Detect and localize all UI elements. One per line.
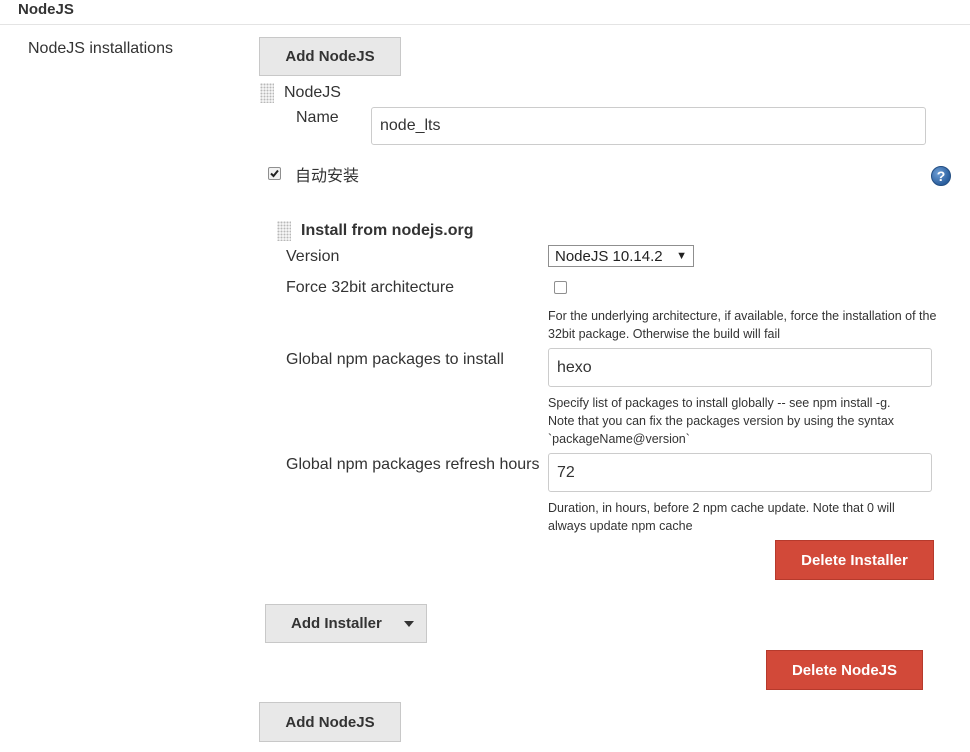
npm-packages-label: Global npm packages to install: [286, 351, 504, 368]
section-title: NodeJS: [18, 1, 74, 18]
npm-help-line-3: `packageName@version`: [548, 432, 690, 446]
add-installer-label: Add Installer: [291, 615, 382, 632]
question-circle-icon[interactable]: ?: [931, 166, 951, 186]
name-label: Name: [296, 109, 339, 126]
force32-help-text: For the underlying architecture, if avai…: [548, 309, 937, 341]
delete-nodejs-button[interactable]: Delete NodeJS: [766, 650, 923, 690]
section-divider: [0, 24, 970, 25]
auto-install-checkbox[interactable]: [268, 167, 281, 180]
refresh-hours-input[interactable]: [548, 453, 932, 492]
caret-down-icon: [404, 621, 414, 627]
drag-handle-icon[interactable]: [260, 83, 274, 103]
refresh-hours-help-text: Duration, in hours, before 2 npm cache u…: [548, 501, 895, 533]
installer-header: Install from nodejs.org: [301, 222, 474, 239]
checkmark-icon: [270, 169, 279, 178]
version-select[interactable]: NodeJS 10.14.2 ▼: [548, 245, 694, 267]
npm-packages-input[interactable]: [548, 348, 932, 387]
force32-label: Force 32bit architecture: [286, 279, 455, 296]
add-nodejs-button-bottom[interactable]: Add NodeJS: [259, 702, 401, 742]
add-nodejs-button-top[interactable]: Add NodeJS: [259, 37, 401, 76]
npm-help-line-1: Specify list of packages to install glob…: [548, 396, 891, 410]
version-label: Version: [286, 248, 340, 265]
refresh-hours-label: Global npm packages refresh hours: [286, 456, 540, 473]
force32-checkbox[interactable]: [554, 281, 567, 294]
npm-packages-help-text: Specify list of packages to install glob…: [548, 394, 938, 448]
dropdown-arrow-icon: ▼: [676, 250, 687, 262]
nodejs-block-header: NodeJS: [284, 84, 341, 101]
name-input[interactable]: [371, 107, 926, 145]
add-installer-button[interactable]: Add Installer: [265, 604, 427, 643]
delete-installer-button[interactable]: Delete Installer: [775, 540, 934, 580]
version-select-value: NodeJS 10.14.2: [555, 247, 663, 265]
npm-help-line-2: Note that you can fix the packages versi…: [548, 414, 895, 428]
auto-install-label: 自动安装: [295, 168, 360, 185]
nodejs-installations-label: NodeJS installations: [28, 40, 173, 57]
installer-drag-handle-icon[interactable]: [277, 221, 291, 241]
